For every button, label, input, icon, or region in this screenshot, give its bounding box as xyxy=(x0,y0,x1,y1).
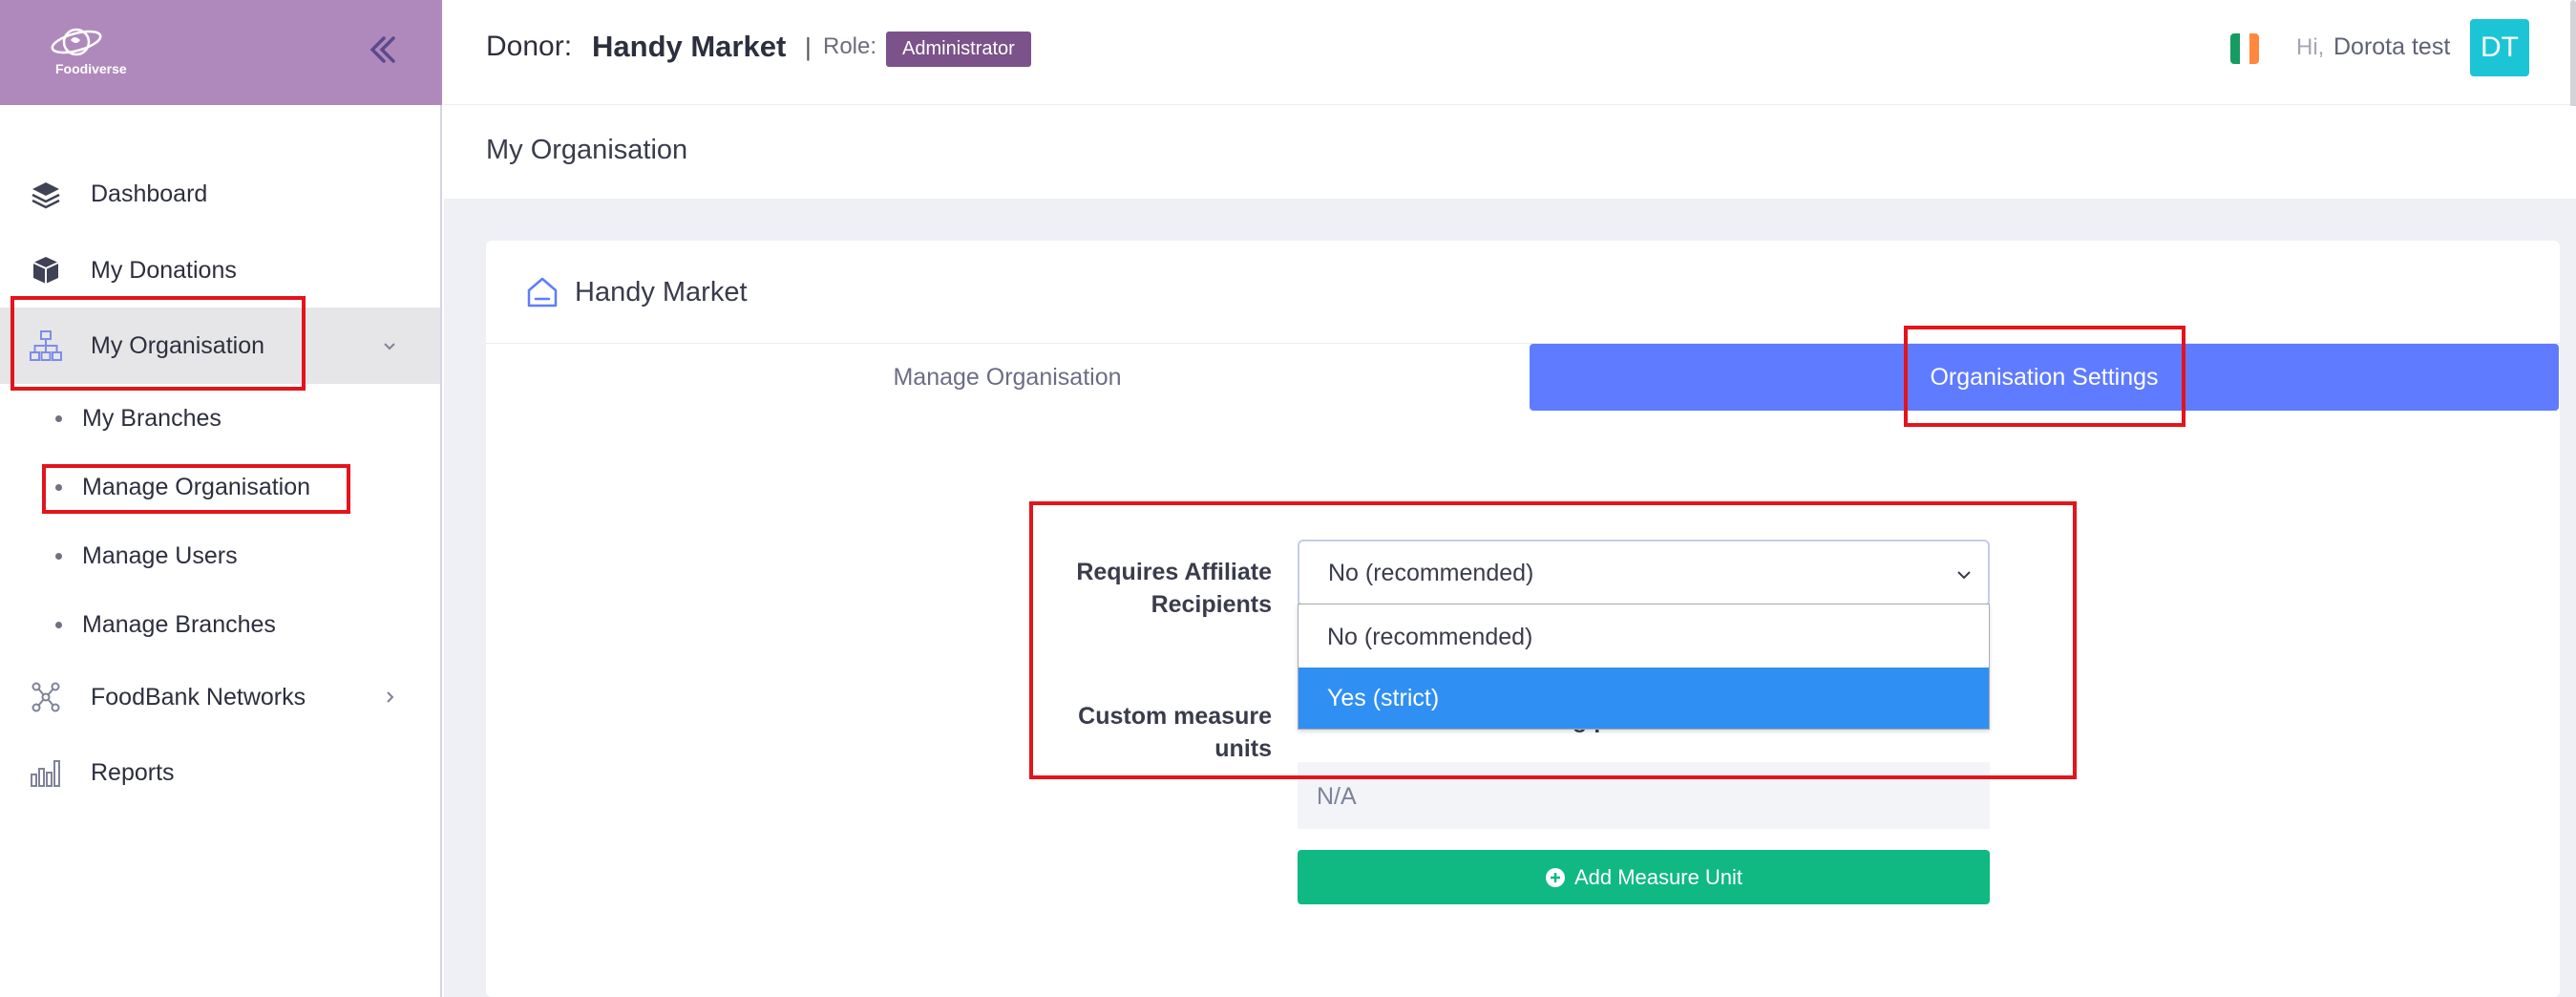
chevron-down-icon xyxy=(1957,571,1971,580)
sidebar-subitem-manage-organisation[interactable]: Manage Organisation xyxy=(0,458,440,516)
sidebar-item-label: Reports xyxy=(91,758,175,786)
affiliate-recipients-select[interactable]: No (recommended) xyxy=(1298,540,1990,606)
option-yes-strict[interactable]: Yes (strict) xyxy=(1299,668,1989,729)
add-measure-unit-button[interactable]: Add Measure Unit xyxy=(1298,850,1990,904)
sidebar-item-label: My Donations xyxy=(91,256,237,284)
measure-units-label-line1: Custom measure xyxy=(1078,703,1272,730)
empty-value: N/A xyxy=(1317,783,1357,810)
donor-name: Handy Market xyxy=(592,30,787,63)
language-flag-icon[interactable] xyxy=(2230,33,2259,64)
brand-name: Foodiverse xyxy=(55,61,127,76)
organisation-card: Handy Market Manage Organisation Organis… xyxy=(486,241,2560,997)
top-header: Donor: Handy Market | Role: Administrato… xyxy=(444,0,2576,105)
donor-label: Donor: xyxy=(486,31,573,62)
sidebar-item-label: My Organisation xyxy=(91,331,265,359)
affiliate-label-line1: Requires Affiliate xyxy=(1076,559,1272,585)
org-chart-icon xyxy=(30,330,62,361)
affiliate-recipients-dropdown: No (recommended) Yes (strict) xyxy=(1298,604,1990,730)
network-icon xyxy=(32,682,60,712)
measure-units-field-label: Custom measure units xyxy=(725,700,1272,765)
chevron-right-icon xyxy=(387,691,394,703)
sidebar-subitem-my-branches[interactable]: My Branches xyxy=(0,390,440,447)
sidebar-item-foodbank-networks[interactable]: FoodBank Networks xyxy=(0,659,440,735)
select-value: No (recommended) xyxy=(1328,560,1534,586)
header-separator: | xyxy=(805,32,812,61)
avatar[interactable]: DT xyxy=(2470,19,2529,76)
bar-chart-icon xyxy=(31,760,60,787)
sidebar-item-label: FoodBank Networks xyxy=(91,683,306,711)
card-header: Handy Market xyxy=(486,241,2560,344)
home-icon xyxy=(527,277,558,308)
bullet-dot xyxy=(55,621,62,628)
collapse-sidebar-icon[interactable] xyxy=(363,31,401,69)
logo-bar: Foodiverse xyxy=(0,0,442,105)
sidebar-item-label: Dashboard xyxy=(91,180,208,207)
layers-icon xyxy=(32,182,60,209)
bullet-dot xyxy=(55,414,62,422)
sidebar-subitem-label: My Branches xyxy=(82,404,222,432)
affiliate-label-line2: Recipients xyxy=(1151,591,1272,618)
user-name[interactable]: Dorota test xyxy=(2333,33,2450,61)
sidebar-subitem-label: Manage Branches xyxy=(82,610,276,638)
chevron-down-icon xyxy=(384,343,395,350)
sidebar-item-my-donations[interactable]: My Donations xyxy=(0,232,440,308)
greeting: Hi, xyxy=(2296,34,2325,60)
sidebar-subitem-manage-branches[interactable]: Manage Branches xyxy=(0,596,440,653)
sidebar-item-dashboard[interactable]: Dashboard xyxy=(0,156,440,232)
sidebar: Foodiverse Dashboard My Donations My Org… xyxy=(0,0,442,997)
measure-units-empty-row: N/A xyxy=(1298,762,1990,829)
add-measure-unit-label: Add Measure Unit xyxy=(1573,864,1743,889)
sidebar-item-my-organisation[interactable]: My Organisation xyxy=(0,308,440,384)
affiliate-field-label: Requires Affiliate Recipients xyxy=(725,556,1272,621)
sidebar-item-reports[interactable]: Reports xyxy=(0,734,440,811)
bullet-dot xyxy=(55,483,62,491)
role-label: Role: xyxy=(823,33,877,59)
box-icon xyxy=(32,257,59,284)
page-title: My Organisation xyxy=(486,135,688,165)
tab-manage-organisation[interactable]: Manage Organisation xyxy=(486,344,1529,411)
role-badge: Administrator xyxy=(886,32,1031,67)
sidebar-subitem-label: Manage Users xyxy=(82,541,238,569)
subheader: My Organisation xyxy=(444,106,2576,199)
option-no-recommended[interactable]: No (recommended) xyxy=(1299,606,1989,668)
sidebar-subitem-manage-users[interactable]: Manage Users xyxy=(0,527,440,584)
sidebar-subitem-label: Manage Organisation xyxy=(82,473,311,500)
tab-organisation-settings[interactable]: Organisation Settings xyxy=(1530,344,2559,411)
card-title: Handy Market xyxy=(575,277,748,308)
measure-units-label-line2: units xyxy=(1214,735,1272,762)
plus-circle-icon xyxy=(1545,867,1565,887)
bullet-dot xyxy=(55,552,62,560)
